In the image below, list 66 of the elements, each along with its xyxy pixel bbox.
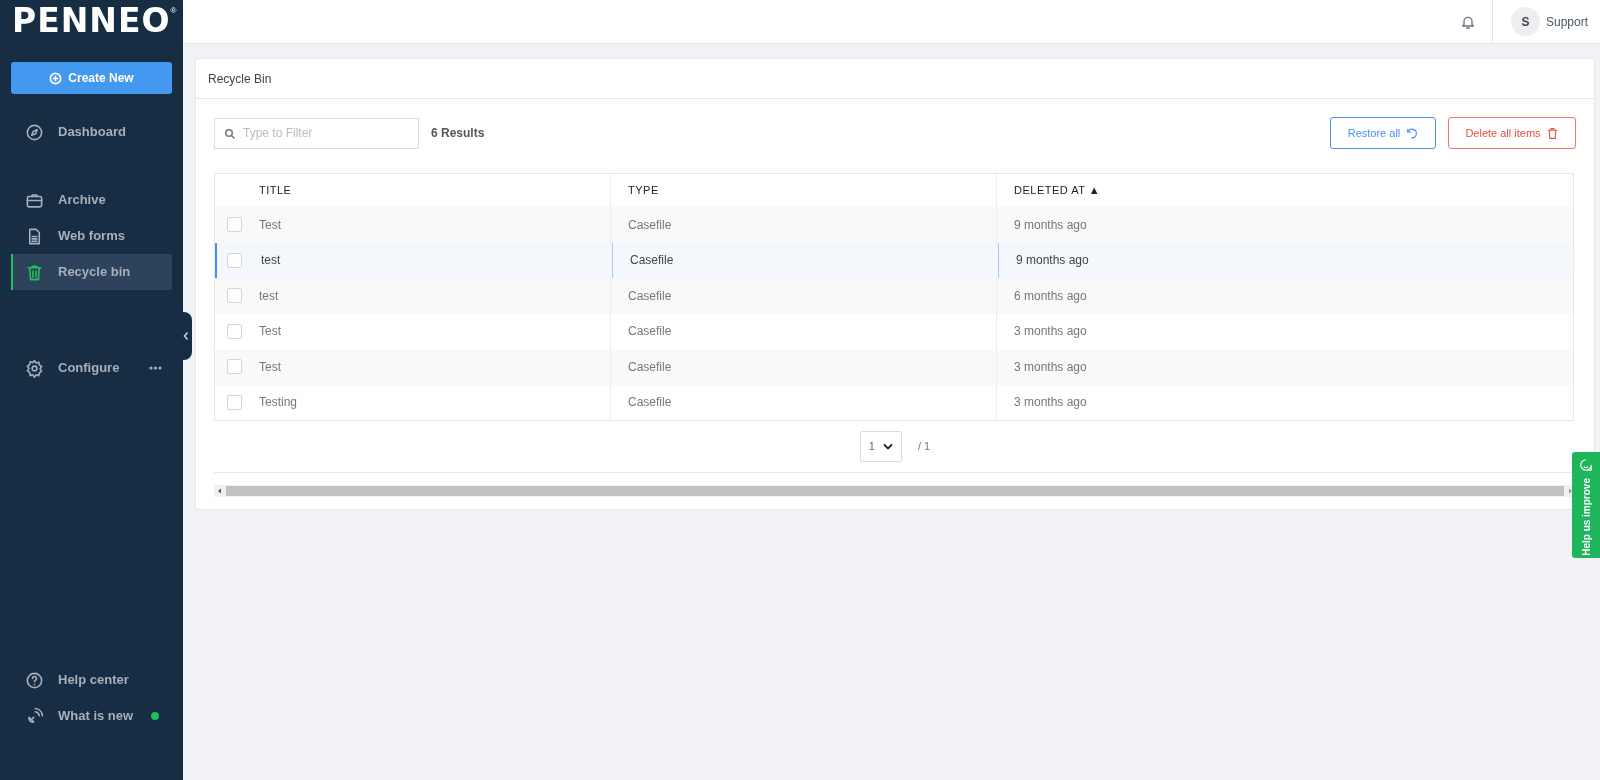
- column-header[interactable]: DELETED AT ▲: [1014, 182, 1101, 199]
- table-cell-text: test: [259, 287, 279, 305]
- table-row[interactable]: Test Casefile 3 months ago: [215, 349, 1573, 385]
- row-checkbox[interactable]: [227, 217, 242, 233]
- sidebar-item[interactable]: Dashboard: [11, 114, 172, 150]
- filter-field[interactable]: Type to Filter: [214, 117, 419, 149]
- chevron-left-icon: [182, 331, 190, 341]
- chevron-down-icon: [882, 443, 893, 450]
- table-cell-text: Casefile: [628, 394, 672, 412]
- collapse-tab[interactable]: [180, 312, 192, 360]
- table-cell-text: Casefile: [628, 287, 672, 305]
- column-header[interactable]: TYPE: [628, 182, 659, 199]
- row-checkbox[interactable]: [227, 359, 242, 375]
- table-cell-text: Casefile: [628, 358, 672, 376]
- registered-mark: ®: [170, 6, 177, 15]
- result-count: 6 Results: [431, 125, 485, 142]
- delete-all-button[interactable]: Delete all items: [1448, 117, 1576, 149]
- table-cell-text: Casefile: [630, 252, 674, 270]
- table-row[interactable]: test Casefile 6 months ago: [215, 278, 1573, 314]
- table-cell-text: 6 months ago: [1014, 287, 1087, 305]
- undo-icon: [1405, 126, 1419, 140]
- trash-icon: [25, 262, 44, 282]
- user-avatar[interactable]: S: [1510, 7, 1540, 36]
- table-cell-text: 3 months ago: [1014, 358, 1087, 376]
- page-total: / 1: [917, 439, 931, 455]
- scroll-left-icon: [217, 488, 223, 494]
- row-checkbox[interactable]: [227, 394, 242, 410]
- table-cell-text: Casefile: [628, 216, 672, 234]
- sidebar-item[interactable]: Recycle bin: [11, 254, 172, 290]
- row-checkbox[interactable]: [227, 323, 242, 339]
- table-cell-text: 3 months ago: [1014, 323, 1087, 341]
- sidebar-item[interactable]: Web forms: [11, 218, 172, 254]
- restore-all-button[interactable]: Restore all: [1330, 117, 1436, 149]
- user-name[interactable]: Support: [1545, 12, 1588, 31]
- table-row[interactable]: Test Casefile 9 months ago: [215, 207, 1573, 243]
- satellite-dish-icon: [25, 706, 44, 726]
- row-checkbox[interactable]: [227, 252, 242, 268]
- scroll-right-icon: [1567, 488, 1573, 494]
- column-header[interactable]: TITLE: [259, 182, 292, 199]
- table-cell-text: 3 months ago: [1014, 394, 1087, 412]
- page-select[interactable]: 1: [859, 431, 902, 462]
- table-cell-text: Test: [259, 323, 281, 341]
- sidebar-item[interactable]: What is new: [11, 698, 172, 734]
- table-cell-text: Test: [259, 358, 281, 376]
- logo[interactable]: PENNEO: [12, 2, 171, 40]
- table-row[interactable]: test Casefile 9 months ago: [215, 242, 1573, 278]
- sidebar-item[interactable]: Configure: [11, 350, 172, 386]
- row-checkbox[interactable]: [227, 288, 242, 304]
- table-cell-text: Testing: [259, 394, 298, 412]
- search-icon: [224, 127, 236, 140]
- plus-circle-icon: [49, 71, 63, 85]
- smiley-chat-icon: [1579, 458, 1593, 472]
- trash-icon: [1545, 126, 1559, 140]
- sidebar-item[interactable]: Archive: [11, 182, 172, 218]
- table-cell-text: 9 months ago: [1014, 216, 1087, 234]
- table-cell-text: test: [261, 252, 281, 270]
- more-icon[interactable]: [149, 366, 162, 370]
- compass-icon: [25, 122, 44, 142]
- table-cell-text: Casefile: [628, 323, 672, 341]
- table-cell-text: Test: [259, 216, 281, 234]
- scrollbar-thumb[interactable]: [226, 486, 1564, 496]
- card-title: Recycle Bin: [208, 70, 272, 88]
- settings-icon: [25, 358, 44, 378]
- table-cell-text: 9 months ago: [1016, 252, 1089, 270]
- sidebar-item[interactable]: Help center: [11, 662, 172, 698]
- help-icon: [25, 670, 44, 690]
